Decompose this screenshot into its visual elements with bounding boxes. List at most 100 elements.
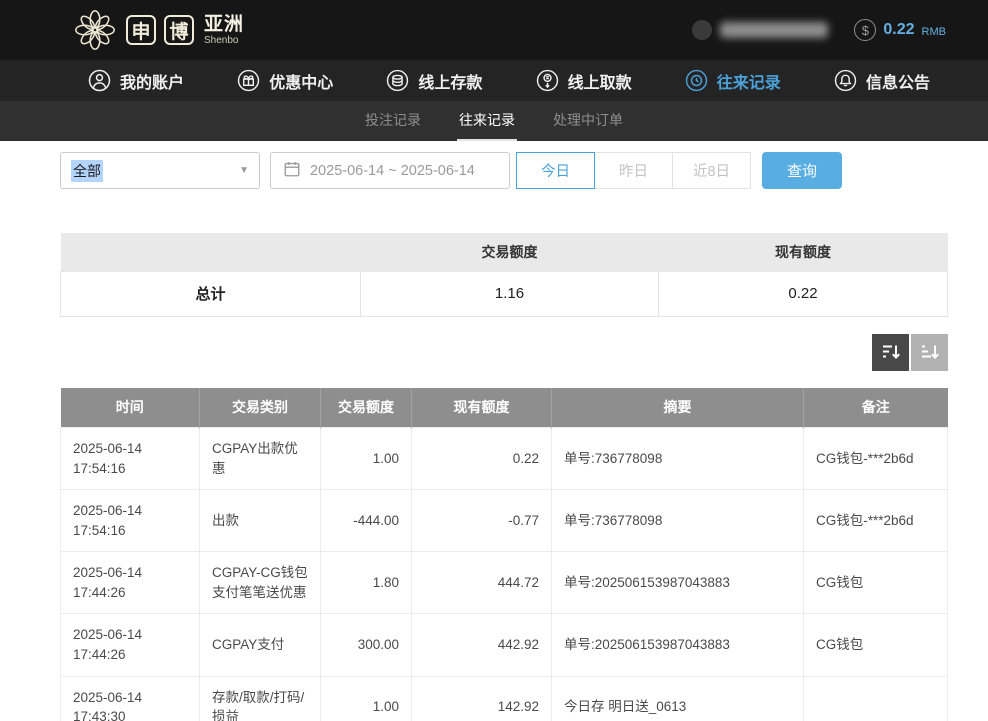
cell-remark: CG钱包 [804, 552, 948, 614]
main-content: 全部 ▼ 2025-06-14 ~ 2025-06-14 今日 昨日 近8日 查… [0, 141, 988, 721]
cell-balance: 444.72 [412, 552, 552, 614]
nav-label: 优惠中心 [269, 69, 333, 93]
cell-balance: 142.92 [412, 676, 552, 721]
cell-remark [804, 676, 948, 721]
withdraw-icon [536, 69, 559, 92]
filter-row: 全部 ▼ 2025-06-14 ~ 2025-06-14 今日 昨日 近8日 查… [60, 152, 948, 189]
cell-summary: 单号:202506153987043883 [552, 614, 804, 676]
date-range-value: 2025-06-14 ~ 2025-06-14 [310, 163, 475, 179]
quick-date-buttons: 今日 昨日 近8日 [517, 152, 751, 189]
sub-navigation: 投注记录 往来记录 处理中订单 [0, 101, 988, 141]
records-table: 时间 交易类别 交易额度 现有额度 摘要 备注 2025-06-14 17:54… [60, 388, 948, 721]
sort-descending-button[interactable] [872, 334, 909, 371]
nav-item-withdraw[interactable]: 线上取款 [536, 69, 632, 93]
balance-amount: 0.22 [883, 21, 914, 39]
cell-amount: -444.00 [321, 490, 412, 552]
avatar [692, 20, 712, 40]
col-header-amount: 交易额度 [321, 388, 412, 428]
search-button[interactable]: 查询 [762, 152, 842, 189]
dollar-icon: $ [854, 19, 876, 41]
nav-label: 线上存款 [418, 69, 482, 93]
cell-time: 2025-06-14 17:44:26 [61, 614, 200, 676]
cell-type: CGPAY出款优惠 [200, 428, 321, 490]
nav-item-announcements[interactable]: 信息公告 [834, 69, 930, 93]
nav-item-promotions[interactable]: 优惠中心 [237, 69, 333, 93]
cell-type: 存款/取款/打码/损益 [200, 676, 321, 721]
last-8-days-button[interactable]: 近8日 [672, 152, 751, 189]
nav-item-my-account[interactable]: 我的账户 [88, 69, 184, 93]
nav-item-deposit[interactable]: 线上存款 [386, 69, 482, 93]
sort-controls [60, 334, 948, 371]
tab-transaction-records[interactable]: 往来记录 [457, 101, 517, 141]
cell-type: CGPAY支付 [200, 614, 321, 676]
yesterday-button[interactable]: 昨日 [594, 152, 673, 189]
sort-ascending-button[interactable] [911, 334, 948, 371]
logo-region-text: 亚洲 [204, 15, 244, 34]
cell-remark: CG钱包-***2b6d [804, 428, 948, 490]
top-header: 申 博 亚洲 Shenbo $ 0.22 RMB [0, 0, 988, 60]
cell-amount: 300.00 [321, 614, 412, 676]
nav-label: 往来记录 [717, 69, 781, 93]
summary-header-transaction: 交易额度 [361, 233, 659, 271]
deposit-icon [386, 69, 409, 92]
records-icon [685, 69, 708, 92]
col-header-remark: 备注 [804, 388, 948, 428]
cell-time: 2025-06-14 17:44:26 [61, 552, 200, 614]
cell-remark: CG钱包 [804, 614, 948, 676]
chevron-down-icon: ▼ [239, 165, 249, 176]
summary-table: 交易额度 现有额度 总计 1.16 0.22 [60, 233, 948, 317]
cell-amount: 1.80 [321, 552, 412, 614]
cell-type: 出款 [200, 490, 321, 552]
user-icon [88, 69, 111, 92]
logo-region-block: 亚洲 Shenbo [204, 15, 244, 46]
cell-amount: 1.00 [321, 676, 412, 721]
logo: 申 博 亚洲 Shenbo [72, 7, 244, 53]
summary-total-label: 总计 [61, 271, 361, 316]
nav-label: 线上取款 [568, 69, 632, 93]
col-header-type: 交易类别 [200, 388, 321, 428]
transaction-type-select[interactable]: 全部 ▼ [60, 152, 260, 189]
logo-subtitle: Shenbo [204, 36, 244, 46]
summary-header-row: 交易额度 现有额度 [61, 233, 948, 271]
logo-char-bo: 博 [164, 15, 194, 45]
selected-type: 全部 [71, 160, 103, 182]
cell-time: 2025-06-14 17:54:16 [61, 490, 200, 552]
summary-total-row: 总计 1.16 0.22 [61, 271, 948, 316]
lotus-flower-icon [72, 7, 118, 53]
table-row: 2025-06-14 17:54:16 出款 -444.00 -0.77 单号:… [61, 490, 948, 552]
cell-amount: 1.00 [321, 428, 412, 490]
username-redacted [720, 22, 828, 38]
balance-display: $ 0.22 RMB [854, 19, 946, 41]
nav-item-transaction-records[interactable]: 往来记录 [685, 69, 781, 93]
date-range-input[interactable]: 2025-06-14 ~ 2025-06-14 [270, 152, 510, 189]
user-area [692, 20, 828, 40]
cell-summary: 今日存 明日送_0613 [552, 676, 804, 721]
table-row: 2025-06-14 17:44:26 CGPAY-CG钱包支付笔笔送优惠 1.… [61, 552, 948, 614]
cell-remark: CG钱包-***2b6d [804, 490, 948, 552]
nav-label: 信息公告 [866, 69, 930, 93]
cell-summary: 单号:736778098 [552, 490, 804, 552]
summary-balance-total: 0.22 [659, 271, 948, 316]
gift-icon [237, 69, 260, 92]
balance-currency: RMB [922, 26, 946, 38]
table-row: 2025-06-14 17:43:30 存款/取款/打码/损益 1.00 142… [61, 676, 948, 721]
cell-balance: 442.92 [412, 614, 552, 676]
cell-type: CGPAY-CG钱包支付笔笔送优惠 [200, 552, 321, 614]
cell-time: 2025-06-14 17:54:16 [61, 428, 200, 490]
today-button[interactable]: 今日 [516, 152, 595, 189]
tab-pending-orders[interactable]: 处理中订单 [551, 101, 625, 141]
cell-summary: 单号:202506153987043883 [552, 552, 804, 614]
cell-time: 2025-06-14 17:43:30 [61, 676, 200, 721]
summary-header-balance: 现有额度 [659, 233, 948, 271]
cell-balance: 0.22 [412, 428, 552, 490]
topbar-right: $ 0.22 RMB [692, 19, 946, 41]
table-row: 2025-06-14 17:44:26 CGPAY支付 300.00 442.9… [61, 614, 948, 676]
col-header-summary: 摘要 [552, 388, 804, 428]
cell-summary: 单号:736778098 [552, 428, 804, 490]
main-navigation: 我的账户 优惠中心 线上存款 线上 [0, 60, 988, 101]
tab-betting-records[interactable]: 投注记录 [363, 101, 423, 141]
records-header-row: 时间 交易类别 交易额度 现有额度 摘要 备注 [61, 388, 948, 428]
announcement-icon [834, 69, 857, 92]
calendar-icon [283, 160, 301, 182]
col-header-balance: 现有额度 [412, 388, 552, 428]
